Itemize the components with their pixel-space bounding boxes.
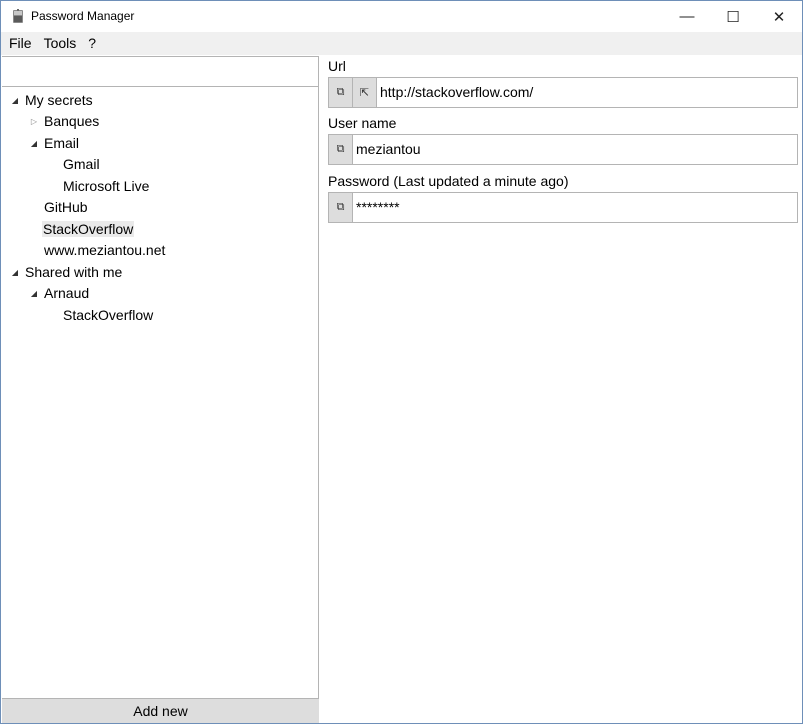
secret-details-pane: Url ⧉ ⇱ User name ⧉ Password (Last updat…: [320, 56, 802, 723]
minimize-icon: —: [679, 8, 695, 25]
copy-icon: ⧉: [336, 201, 345, 213]
collapsed-arrow-icon[interactable]: ▷: [28, 111, 40, 132]
title-bar[interactable]: Password Manager — ☐ ✕: [1, 1, 802, 32]
tree-node-stackoverflow[interactable]: StackOverflow: [42, 219, 135, 240]
secrets-pane: ◢ My secrets ▷ Banques ◢ Email Gmail Mic…: [2, 56, 319, 723]
window-title: Password Manager: [31, 9, 135, 23]
open-url-button[interactable]: ⇱: [353, 78, 377, 107]
menu-help[interactable]: ?: [82, 32, 102, 55]
add-new-button[interactable]: Add new: [2, 698, 319, 723]
copy-icon: ⧉: [336, 86, 345, 98]
tree-node-label: Arnaud: [44, 285, 90, 301]
username-label: User name: [328, 115, 397, 131]
close-button[interactable]: ✕: [756, 1, 802, 32]
tree-node-label: GitHub: [44, 199, 88, 215]
tree-node-label: Gmail: [63, 156, 100, 172]
url-field: ⧉ ⇱: [328, 77, 798, 108]
close-icon: ✕: [772, 8, 786, 26]
tree-node-label: Shared with me: [25, 264, 123, 280]
copy-username-button[interactable]: ⧉: [329, 135, 353, 164]
username-field: ⧉: [328, 134, 798, 165]
copy-password-button[interactable]: ⧉: [329, 193, 353, 222]
tree-node-label: www.meziantou.net: [44, 242, 166, 258]
url-label: Url: [328, 58, 346, 74]
tree-node-label: StackOverflow: [42, 221, 135, 237]
expanded-arrow-icon[interactable]: ◢: [28, 283, 40, 304]
tree-node-label: Banques: [44, 113, 100, 129]
copy-icon: ⧉: [336, 143, 345, 155]
maximize-button[interactable]: ☐: [710, 1, 756, 32]
copy-url-button[interactable]: ⧉: [329, 78, 353, 107]
password-label: Password (Last updated a minute ago): [328, 173, 569, 189]
external-link-icon: ⇱: [359, 87, 370, 99]
username-input[interactable]: [353, 135, 797, 164]
minimize-button[interactable]: —: [664, 1, 710, 32]
tree-node-label: Email: [44, 135, 80, 151]
app-window: Password Manager — ☐ ✕ File Tools ? ◢ My…: [0, 0, 803, 724]
tree-node-label: Microsoft Live: [63, 178, 150, 194]
url-input[interactable]: [377, 78, 797, 107]
password-field: ⧉: [328, 192, 798, 223]
tree-node-label: StackOverflow: [63, 307, 154, 323]
menu-tools[interactable]: Tools: [38, 32, 83, 55]
secrets-tree[interactable]: ◢ My secrets ▷ Banques ◢ Email Gmail Mic…: [2, 87, 318, 697]
tree-node-meziantou[interactable]: www.meziantou.net: [43, 240, 166, 261]
expanded-arrow-icon[interactable]: ◢: [9, 262, 21, 283]
password-input[interactable]: [353, 193, 797, 222]
tree-node-microsoft-live[interactable]: Microsoft Live: [62, 176, 150, 197]
maximize-icon: ☐: [726, 8, 740, 26]
search-input[interactable]: [2, 56, 319, 87]
expanded-arrow-icon[interactable]: ◢: [28, 133, 40, 154]
tree-node-gmail[interactable]: Gmail: [62, 154, 101, 175]
tree-node-github[interactable]: GitHub: [43, 197, 89, 218]
expanded-arrow-icon[interactable]: ◢: [9, 90, 21, 111]
tree-node-label: My secrets: [25, 92, 93, 108]
tree-node-shared-stackoverflow[interactable]: StackOverflow: [62, 305, 154, 326]
app-icon: [13, 9, 23, 23]
menu-bar: File Tools ?: [1, 32, 802, 55]
menu-file[interactable]: File: [3, 32, 38, 55]
